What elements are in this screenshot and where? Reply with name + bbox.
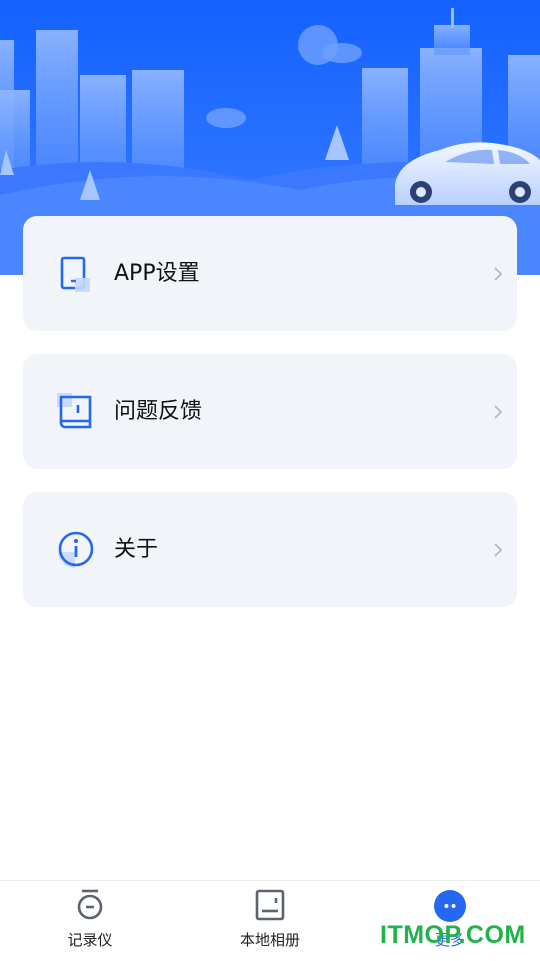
- menu-item-feedback[interactable]: 问题反馈: [23, 354, 517, 469]
- tab-label: 记录仪: [67, 931, 113, 949]
- watermark: ITMOP.COM: [380, 921, 526, 949]
- tab-recorder[interactable]: 记录仪: [0, 881, 180, 961]
- chevron-right-icon: [494, 405, 503, 419]
- chevron-right-icon: [494, 267, 503, 281]
- menu-item-label: APP设置: [114, 261, 200, 286]
- info-icon: [58, 531, 94, 568]
- menu-item-about[interactable]: 关于: [23, 492, 517, 607]
- settings-tablet-icon: [60, 256, 90, 292]
- more-icon: [434, 890, 466, 922]
- menu-item-app-settings[interactable]: APP设置: [23, 216, 517, 331]
- album-icon: [255, 889, 285, 921]
- menu-item-label: 关于: [114, 537, 159, 562]
- tab-label: 本地相册: [239, 931, 300, 949]
- tab-local-album[interactable]: 本地相册: [180, 881, 360, 961]
- recorder-icon: [77, 889, 103, 920]
- chevron-right-icon: [494, 543, 503, 557]
- feedback-book-icon: [57, 393, 92, 429]
- menu-item-label: 问题反馈: [114, 399, 203, 424]
